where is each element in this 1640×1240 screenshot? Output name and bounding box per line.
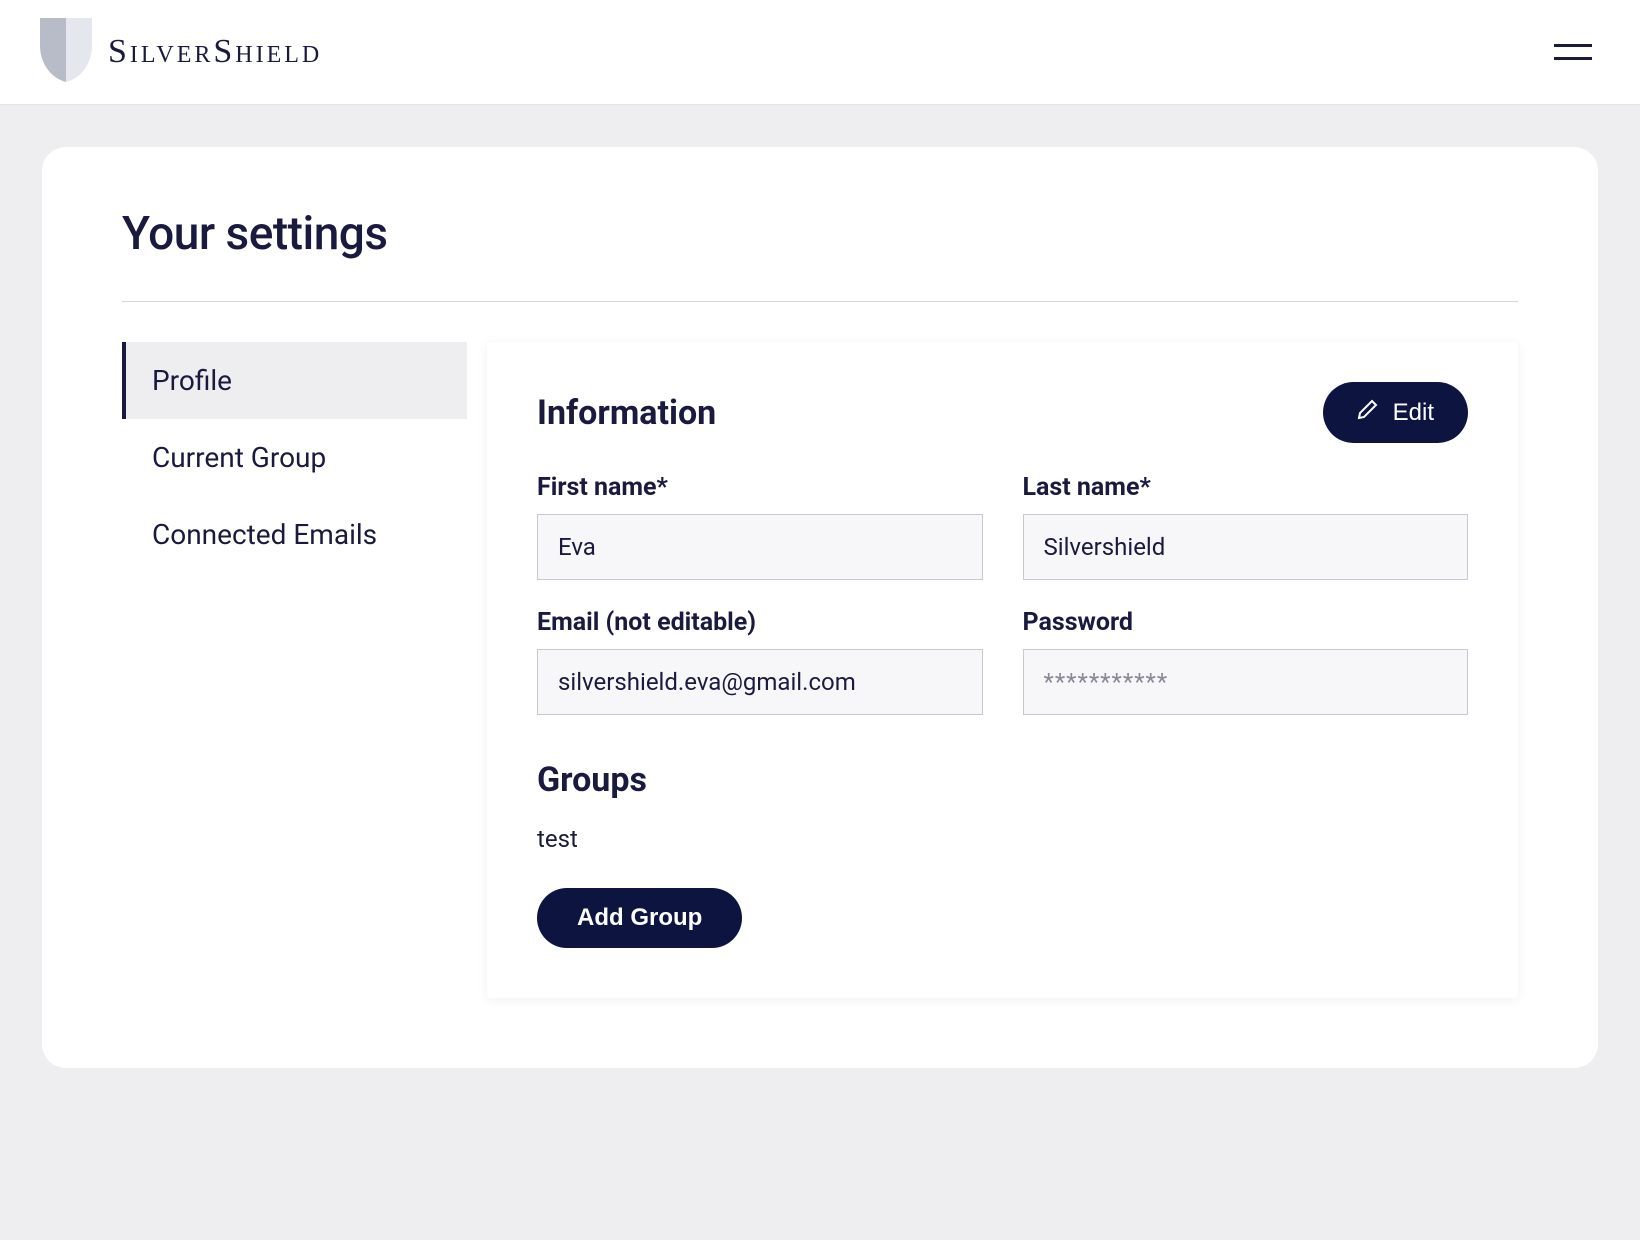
brand-name: SilverShield bbox=[108, 33, 322, 71]
divider bbox=[122, 301, 1518, 302]
sidebar-item-current-group[interactable]: Current Group bbox=[122, 419, 467, 496]
email-label: Email (not editable) bbox=[537, 608, 983, 637]
main-container: Your settings Profile Current Group Conn… bbox=[0, 105, 1640, 1110]
form-grid: First name* Last name* Email (not editab… bbox=[537, 473, 1468, 715]
last-name-group: Last name* bbox=[1023, 473, 1469, 580]
sidebar-item-profile[interactable]: Profile bbox=[122, 342, 467, 419]
add-group-button[interactable]: Add Group bbox=[537, 888, 742, 948]
password-label: Password bbox=[1023, 608, 1469, 637]
first-name-field[interactable] bbox=[537, 514, 983, 580]
email-field bbox=[537, 649, 983, 715]
sidebar-item-label: Profile bbox=[152, 364, 232, 397]
sidebar-item-label: Current Group bbox=[152, 441, 326, 474]
shield-icon bbox=[40, 18, 92, 86]
information-panel: Information Edit First name* bbox=[487, 342, 1518, 998]
section-title: Information bbox=[537, 393, 716, 433]
groups-title: Groups bbox=[537, 760, 1468, 800]
edit-button-label: Edit bbox=[1393, 399, 1434, 427]
sidebar-item-connected-emails[interactable]: Connected Emails bbox=[122, 496, 467, 573]
content-row: Profile Current Group Connected Emails I… bbox=[122, 342, 1518, 998]
app-header: SilverShield bbox=[0, 0, 1640, 105]
sidebar-item-label: Connected Emails bbox=[152, 518, 377, 551]
page-title: Your settings bbox=[122, 207, 1518, 261]
panel-header: Information Edit bbox=[537, 382, 1468, 443]
password-field[interactable] bbox=[1023, 649, 1469, 715]
password-group: Password bbox=[1023, 608, 1469, 715]
last-name-field[interactable] bbox=[1023, 514, 1469, 580]
settings-sidebar: Profile Current Group Connected Emails bbox=[122, 342, 467, 998]
email-group: Email (not editable) bbox=[537, 608, 983, 715]
group-item: test bbox=[537, 825, 1468, 853]
first-name-label: First name* bbox=[537, 473, 983, 502]
last-name-label: Last name* bbox=[1023, 473, 1469, 502]
pencil-icon bbox=[1357, 398, 1379, 427]
menu-icon[interactable] bbox=[1546, 36, 1600, 68]
first-name-group: First name* bbox=[537, 473, 983, 580]
edit-button[interactable]: Edit bbox=[1323, 382, 1468, 443]
brand-logo[interactable]: SilverShield bbox=[40, 18, 322, 86]
settings-card: Your settings Profile Current Group Conn… bbox=[42, 147, 1598, 1068]
